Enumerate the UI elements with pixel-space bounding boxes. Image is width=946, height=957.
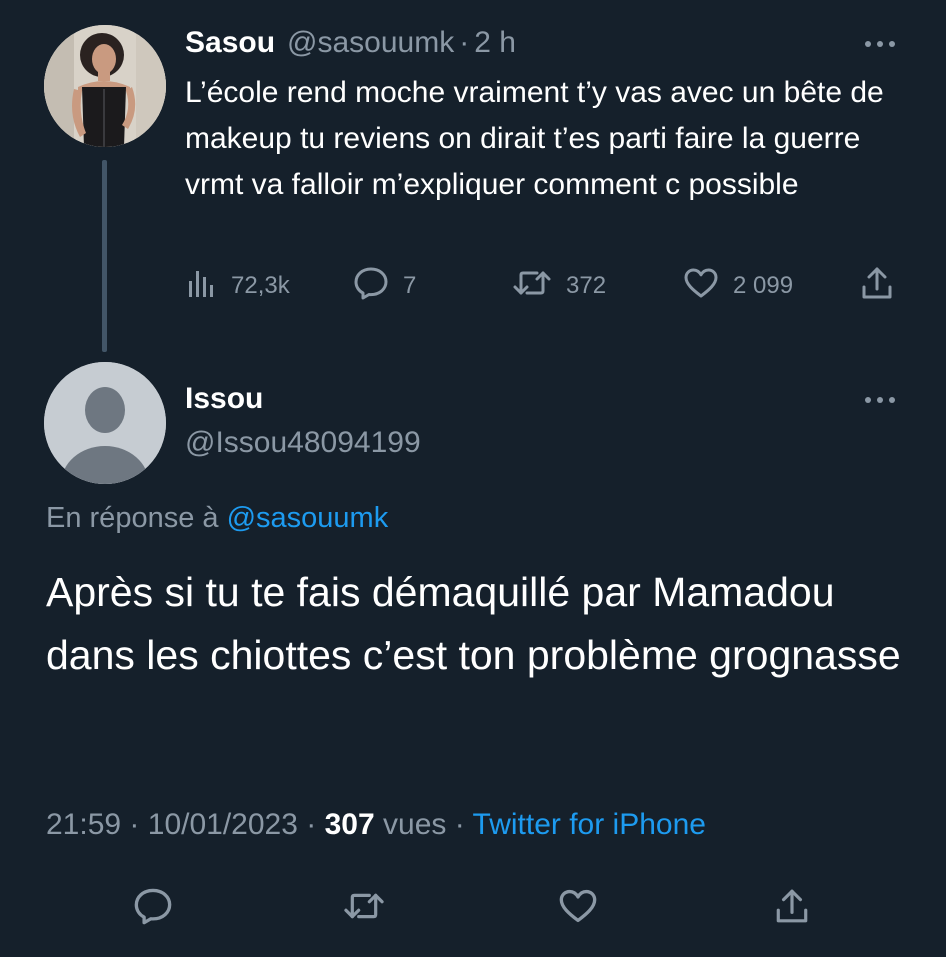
- tweet-source-link[interactable]: Twitter for iPhone: [473, 808, 706, 841]
- tweet-action-bar: [0, 880, 946, 936]
- speech-bubble-icon: [353, 266, 389, 307]
- like-action[interactable]: 2 099: [683, 262, 793, 310]
- like-count: 2 099: [733, 272, 794, 299]
- tweet-detail-page: Sasou @sasouumk · 2 h L’école rend moche…: [0, 0, 946, 957]
- meta-separator: ·: [129, 808, 140, 841]
- reply-author-name[interactable]: Issou: [185, 382, 263, 416]
- speech-bubble-icon: [133, 887, 173, 930]
- bar-chart-icon: [185, 267, 217, 306]
- parent-tweet-time[interactable]: 2 h: [474, 26, 516, 60]
- heart-icon: [683, 267, 719, 306]
- parent-tweet-actions: 72,3k 7 372 2 099: [185, 262, 905, 310]
- meta-separator: ·: [306, 808, 317, 841]
- reply-count: 7: [403, 272, 417, 299]
- replying-to-line: En réponse à @sasouumk: [46, 502, 388, 535]
- share-upload-icon: [773, 887, 811, 930]
- replying-to-mention-link[interactable]: @sasouumk: [227, 502, 389, 534]
- parent-tweet-header: Sasou @sasouumk · 2 h: [185, 26, 516, 62]
- reply-tweet-text: Après si tu te fais démaquillé par Mamad…: [46, 569, 901, 678]
- share-action[interactable]: [859, 262, 895, 310]
- views-action[interactable]: 72,3k: [185, 262, 290, 310]
- tweet-time[interactable]: 21:59: [46, 808, 121, 841]
- parent-author-handle[interactable]: @sasouumk: [287, 26, 454, 60]
- thread-connector-line: [102, 160, 107, 352]
- retweet-arrows-icon: [512, 267, 552, 306]
- views-count: 72,3k: [231, 272, 290, 299]
- retweet-button[interactable]: [340, 884, 388, 932]
- share-button[interactable]: [768, 884, 816, 932]
- heart-icon: [558, 888, 598, 929]
- retweet-arrows-icon: [342, 889, 386, 928]
- like-button[interactable]: [554, 884, 602, 932]
- more-horizontal-icon[interactable]: [862, 34, 898, 54]
- retweet-count: 372: [566, 272, 607, 299]
- reply-action[interactable]: 7: [353, 262, 416, 310]
- tweet-date[interactable]: 10/01/2023: [148, 808, 298, 841]
- share-upload-icon: [859, 265, 895, 308]
- parent-tweet-text: L’école rend moche vraiment t’y vas avec…: [185, 76, 884, 201]
- reply-author-handle[interactable]: @Issou48094199: [185, 426, 421, 460]
- avatar-issou-default[interactable]: [44, 362, 166, 484]
- reply-button[interactable]: [129, 884, 177, 932]
- tweet-views-label: vues: [383, 808, 447, 841]
- tweet-meta-line: 21:59 · 10/01/2023 · 307 vues · Twitter …: [46, 808, 706, 842]
- replying-to-prefix: En réponse à: [46, 502, 219, 534]
- meta-separator: ·: [454, 808, 465, 841]
- tweet-views-count: 307: [324, 808, 375, 841]
- more-horizontal-icon[interactable]: [862, 390, 898, 410]
- avatar-sasou[interactable]: [44, 25, 166, 147]
- parent-author-name[interactable]: Sasou: [185, 26, 275, 60]
- retweet-action[interactable]: 372: [512, 262, 606, 310]
- parent-header-separator: ·: [459, 26, 470, 59]
